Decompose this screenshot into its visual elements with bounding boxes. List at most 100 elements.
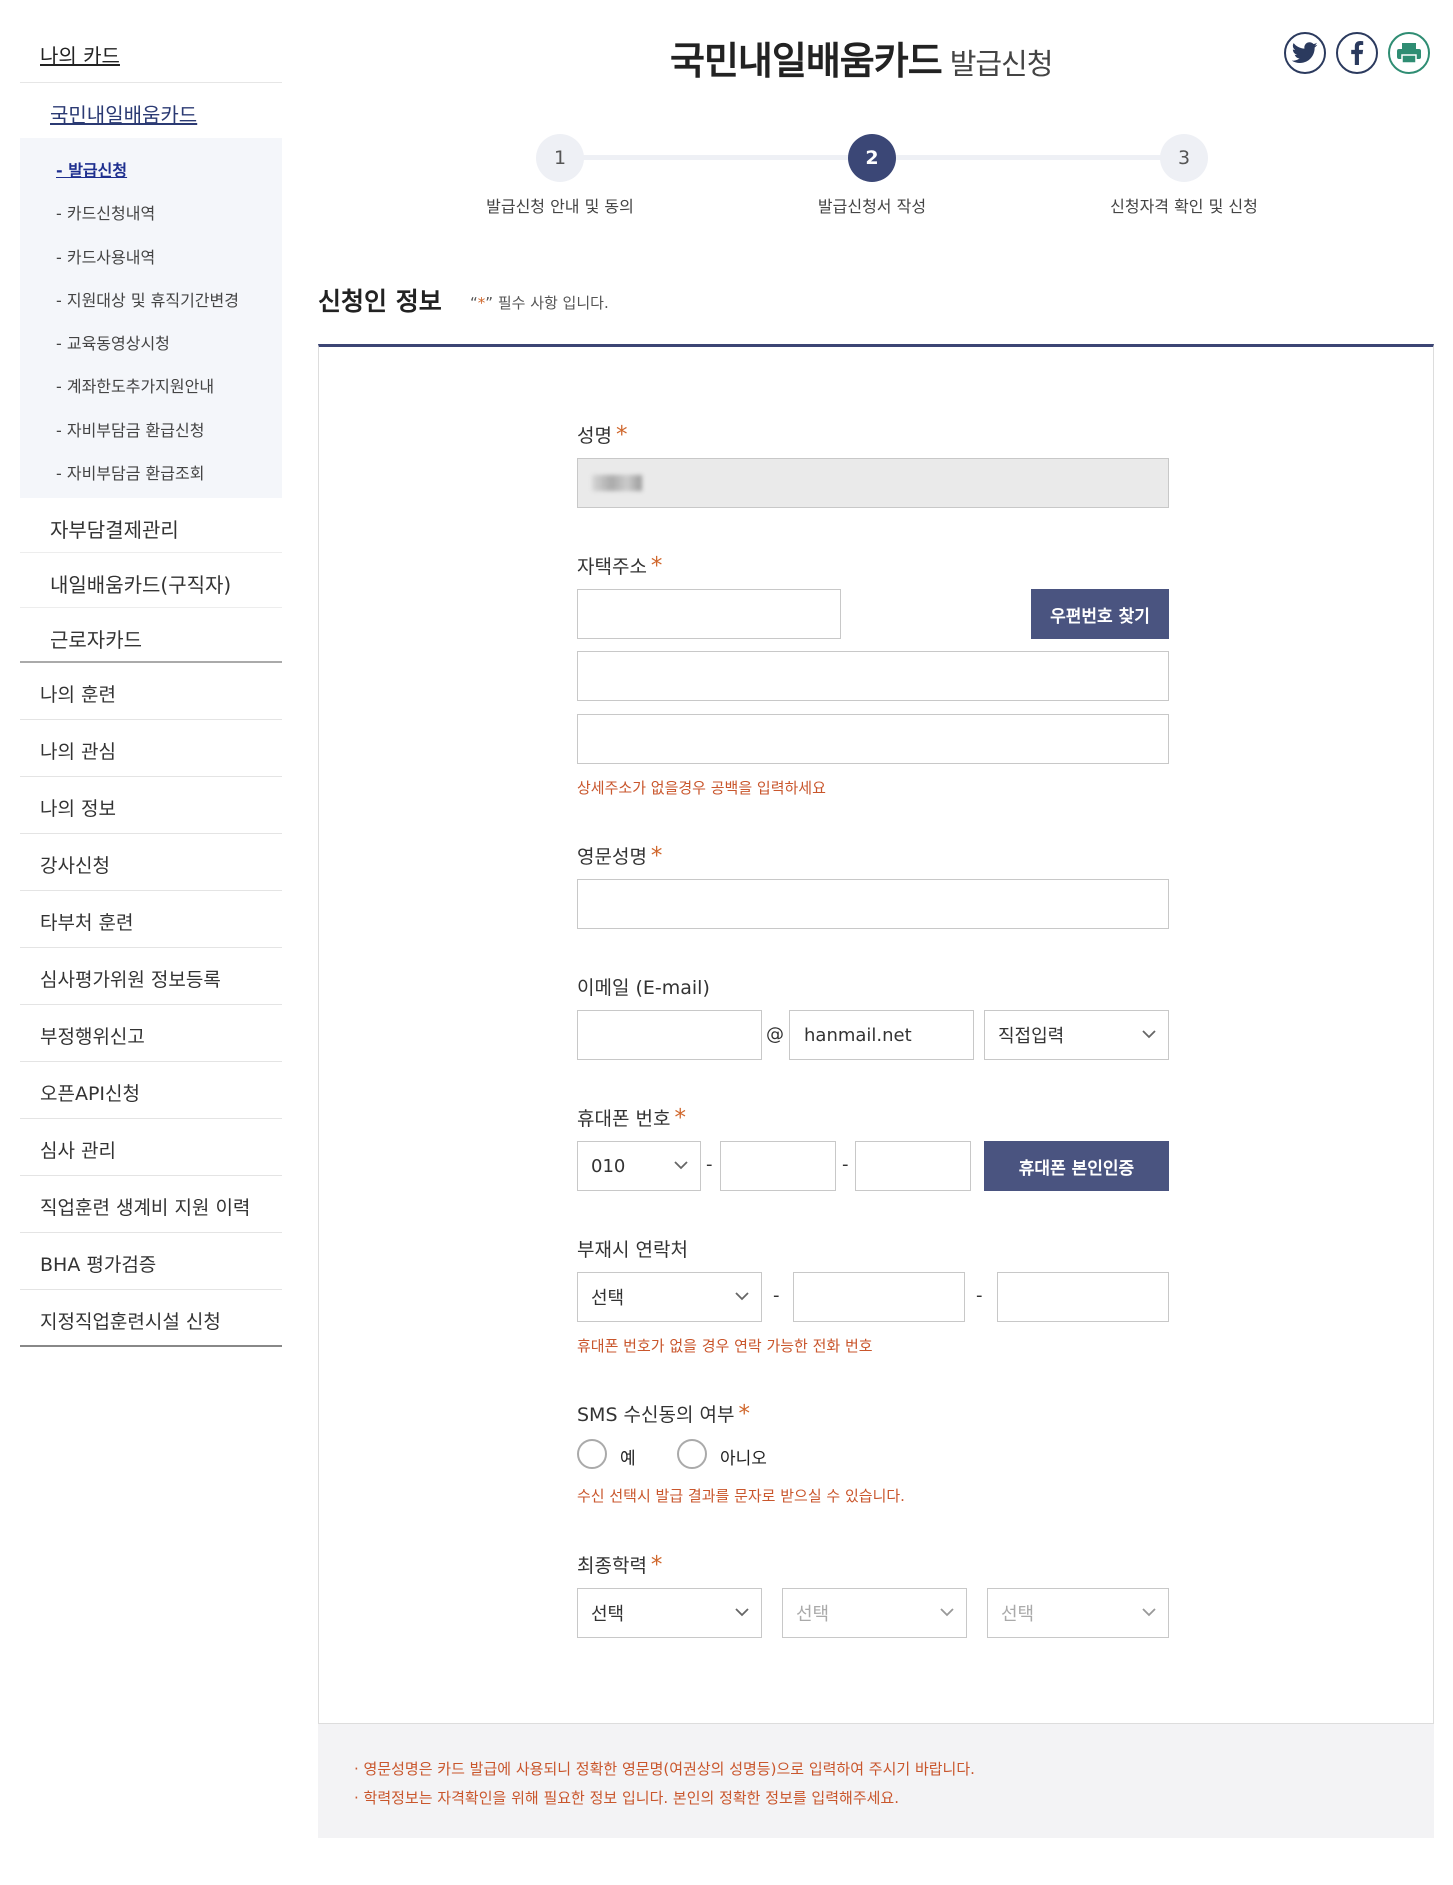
education-status-select[interactable]: 선택 [987,1588,1169,1638]
step-2-circle: 2 [848,134,896,182]
phone-prefix-value: 010 [591,1155,626,1177]
alt-contact-label: 부재시 연락처 [577,1239,688,1261]
required-note-text: ” 필수 사항 입니다. [485,294,609,312]
sidebar-sub-refund-inquiry[interactable]: - 자비부담금 환급조회 [20,449,282,492]
alt-contact-dash-2: - [976,1285,983,1306]
sidebar-sub-apply[interactable]: - 발급신청 [20,146,282,189]
alt-contact-last-input[interactable] [997,1272,1169,1322]
sidebar-item-worker-card[interactable]: 근로자카드 [20,608,282,664]
sidebar-sub-card-usage[interactable]: - 카드사용내역 [20,233,282,276]
chevron-down-icon [1142,1030,1156,1039]
step-2-label: 발급신청서 작성 [817,197,927,216]
sidebar-top-my-card[interactable]: 나의 카드 [20,28,282,83]
section-title: 신청인 정보 [318,287,442,316]
sidebar-menu-living-cost[interactable]: 직업훈련 생계비 지원 이력 [20,1176,282,1234]
name-label: 성명 * [577,421,627,448]
facebook-icon[interactable] [1336,32,1378,74]
sms-label-text: SMS 수신동의 여부 [577,1404,735,1426]
phone-dash-2: - [842,1154,849,1175]
sidebar-menu-fraud-report[interactable]: 부정행위신고 [20,1005,282,1063]
page-title-sub: 발급신청 [949,47,1054,81]
education-school-value: 선택 [796,1604,830,1625]
sms-yes-radio[interactable] [577,1439,607,1469]
sidebar-menu-instructor[interactable]: 강사신청 [20,834,282,892]
email-domain-select[interactable]: 직접입력 [984,1010,1169,1060]
eng-name-label: 영문성명 * [577,842,662,869]
sidebar-sub-edu-video[interactable]: - 교육동영상시청 [20,319,282,362]
sidebar-sub-limit-info[interactable]: - 계좌한도추가지원안내 [20,362,282,405]
sidebar-item-jobseeker-card[interactable]: 내일배움카드(구직자) [20,553,282,609]
required-note-open: “ [470,294,478,312]
sidebar-menu-my-training[interactable]: 나의 훈련 [20,663,282,721]
zipcode-input[interactable] [577,589,841,639]
chevron-down-icon [940,1608,954,1617]
education-school-select[interactable]: 선택 [782,1588,967,1638]
education-level-value: 선택 [591,1604,625,1625]
chevron-down-icon [674,1161,688,1170]
chevron-down-icon [735,1608,749,1617]
sms-no-radio[interactable] [677,1439,707,1469]
phone-middle-input[interactable] [720,1141,836,1191]
alt-contact-prefix-select[interactable]: 선택 [577,1272,762,1322]
address-label-text: 자택주소 [577,556,647,578]
name-label-text: 성명 [577,425,612,447]
print-icon[interactable] [1388,32,1430,74]
sidebar-menu-my-info[interactable]: 나의 정보 [20,777,282,835]
alt-contact-select-value: 선택 [591,1288,625,1309]
step-1-label: 발급신청 안내 및 동의 [486,197,634,216]
address-input[interactable] [577,651,1169,701]
sidebar-submenu: - 발급신청 - 카드신청내역 - 카드사용내역 - 지원대상 및 휴직기간변경… [20,138,282,499]
notice-box: · 영문성명은 카드 발급에 사용되니 정확한 영문명(여권상의 성명등)으로 … [318,1724,1434,1838]
alt-contact-dash-1: - [773,1285,780,1306]
sidebar-sub-eligibility-change[interactable]: - 지원대상 및 휴직기간변경 [20,276,282,319]
sidebar-menu-other-ministry[interactable]: 타부처 훈련 [20,891,282,949]
sidebar-item-self-payment[interactable]: 자부담결제관리 [20,498,282,554]
sidebar-menu-evaluator[interactable]: 심사평가위원 정보등록 [20,948,282,1006]
education-required-star: * [650,1552,663,1578]
step-3-label: 신청자격 확인 및 신청 [1110,197,1258,216]
email-at-sign: @ [766,1024,784,1045]
education-level-select[interactable]: 선택 [577,1588,762,1638]
notice-education: · 학력정보는 자격확인을 위해 필요한 정보 입니다. 본인의 정확한 정보를… [354,1789,899,1807]
phone-required-star: * [674,1105,686,1131]
sms-required-star: * [738,1401,750,1427]
phone-verify-button[interactable]: 휴대폰 본인인증 [984,1141,1169,1191]
phone-prefix-select[interactable]: 010 [577,1141,701,1191]
sidebar-sub-refund-apply[interactable]: - 자비부담금 환급신청 [20,406,282,449]
chevron-down-icon [735,1292,749,1301]
sidebar-sub-card-history[interactable]: - 카드신청내역 [20,189,282,232]
email-id-input[interactable] [577,1010,762,1060]
sms-hint: 수신 선택시 발급 결과를 문자로 받으실 수 있습니다. [577,1487,905,1505]
sidebar-menu-my-interest[interactable]: 나의 관심 [20,720,282,778]
sidebar-menu-review[interactable]: 심사 관리 [20,1119,282,1177]
sidebar-item-national-card[interactable]: 국민내일배움카드 [20,83,282,138]
education-label: 최종학력 * [577,1551,662,1578]
name-field [577,458,1169,508]
address-detail-input[interactable] [577,714,1169,764]
email-domain-select-value: 직접입력 [998,1026,1065,1047]
sms-label: SMS 수신동의 여부 * [577,1400,750,1427]
address-required-star: * [650,553,663,579]
sms-no-label[interactable]: 아니오 [720,1444,767,1469]
alt-contact-hint: 휴대폰 번호가 없을 경우 연락 가능한 전화 번호 [577,1337,873,1355]
phone-label-text: 휴대폰 번호 [577,1108,671,1130]
education-label-text: 최종학력 [577,1555,647,1577]
sidebar-menu-bha[interactable]: BHA 평가검증 [20,1233,282,1291]
zipcode-search-button[interactable]: 우편번호 찾기 [1031,589,1169,639]
eng-name-label-text: 영문성명 [577,846,647,868]
sidebar: 나의 카드 국민내일배움카드 - 발급신청 - 카드신청내역 - 카드사용내역 … [20,28,282,1348]
eng-name-input[interactable] [577,879,1169,929]
sidebar-menu-facility[interactable]: 지정직업훈련시설 신청 [20,1290,282,1348]
phone-label: 휴대폰 번호 * [577,1104,686,1131]
notice-english-name: · 영문성명은 카드 발급에 사용되니 정확한 영문명(여권상의 성명등)으로 … [354,1760,975,1778]
twitter-icon[interactable] [1284,32,1326,74]
sidebar-menu-open-api[interactable]: 오픈API신청 [20,1062,282,1120]
email-domain-input[interactable]: hanmail.net [789,1010,974,1060]
sms-yes-label[interactable]: 예 [620,1444,636,1469]
address-hint: 상세주소가 없을경우 공백을 입력하세요 [577,779,826,797]
alt-contact-middle-input[interactable] [793,1272,965,1322]
page-title-main: 국민내일배움카드 [670,39,943,83]
phone-last-input[interactable] [855,1141,971,1191]
name-required-star: * [615,422,628,448]
address-label: 자택주소 * [577,552,662,579]
